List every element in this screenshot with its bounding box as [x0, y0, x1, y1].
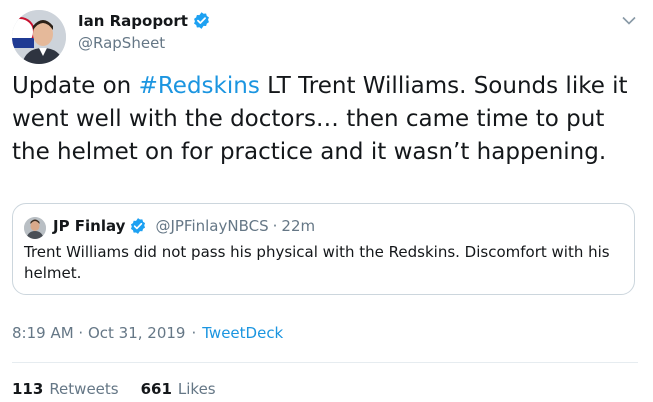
author-avatar[interactable] [12, 10, 66, 64]
tweet-text: Update on #Redskins LT Trent Williams. S… [12, 70, 640, 169]
likes-count: 661 [140, 380, 172, 398]
tweet-source-link[interactable]: TweetDeck [202, 324, 283, 342]
quoted-time[interactable]: 22m [281, 217, 315, 235]
tweet-text-before: Update on [12, 73, 139, 99]
quoted-author-handle[interactable]: @JPFinlayNBCS [155, 217, 268, 235]
meta-separator: · [191, 324, 197, 342]
author-name[interactable]: Ian Rapoport [78, 12, 188, 30]
hashtag-link[interactable]: #Redskins [139, 73, 260, 99]
author-name-row[interactable]: Ian Rapoport [78, 11, 211, 30]
quoted-text: Trent Williams did not pass his physical… [24, 243, 610, 282]
quoted-separator: · [272, 217, 278, 235]
quoted-author-name[interactable]: JP Finlay [53, 217, 125, 235]
verified-badge-icon [131, 218, 146, 234]
tweet-timestamp[interactable]: 8:19 AM · Oct 31, 2019 [12, 324, 185, 342]
retweets-count: 113 [12, 380, 44, 398]
likes-stat[interactable]: 661 Likes [141, 380, 216, 398]
chevron-down-icon [622, 16, 636, 25]
retweets-label: Retweets [49, 380, 119, 398]
author-handle[interactable]: @RapSheet [78, 34, 165, 52]
quoted-avatar [24, 217, 46, 239]
likes-label: Likes [177, 380, 216, 398]
divider [12, 362, 638, 363]
retweets-stat[interactable]: 113 Retweets [12, 380, 119, 398]
tweet-menu-button[interactable] [619, 10, 639, 30]
avatar-image [12, 10, 66, 64]
quoted-avatar-image [24, 217, 46, 239]
verified-badge-icon [193, 12, 209, 29]
tweet-stats: 113 Retweets 661 Likes [12, 380, 238, 398]
tweet-meta: 8:19 AM · Oct 31, 2019 · TweetDeck [12, 324, 283, 342]
quoted-tweet[interactable]: JP Finlay @JPFinlayNBCS · 22m Trent Will… [12, 203, 635, 295]
quoted-header: JP Finlay @JPFinlayNBCS · 22m [53, 217, 315, 235]
